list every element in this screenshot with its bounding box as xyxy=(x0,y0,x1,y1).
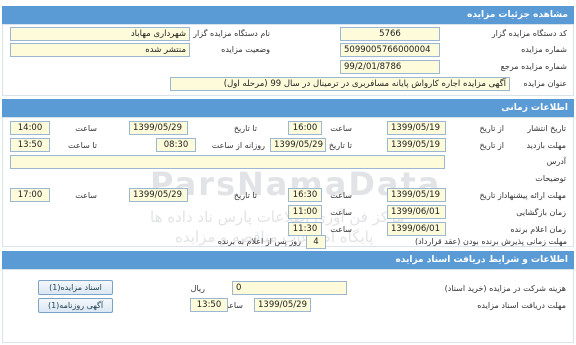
reference-number-field: 99/2/01/8786 xyxy=(340,60,440,74)
visit-from-label: از تاریخ xyxy=(479,141,504,150)
auction-number-label: شماره مزایده xyxy=(521,45,567,54)
deadline-time: 13:50 xyxy=(190,298,228,312)
opening-label: زمان بازگشایی xyxy=(516,208,566,217)
deadline-date: 1399/05/29 xyxy=(254,298,311,312)
reference-number-label: شماره مزایده مرجع xyxy=(500,62,567,71)
address-field xyxy=(10,155,445,169)
status-label: وضعیت مزایده xyxy=(221,45,270,54)
auctioneer-name-field: شهرداری مهاباد xyxy=(10,27,190,41)
offer-label: مهلت ارائه پیشنهاد xyxy=(503,191,566,200)
publish-from-time: 16:00 xyxy=(288,121,322,135)
fee-label: هزینه شرکت در مزایده (خرید اسناد) xyxy=(444,284,566,293)
visit-to-label: تا تاریخ xyxy=(328,141,352,150)
opening-time-label: ساعت xyxy=(330,208,352,217)
auctioneer-code-label: کد دستگاه مزایده گزار xyxy=(491,29,567,38)
winner-time-label: ساعت xyxy=(330,225,352,234)
auction-number-field: 5099005766000004 xyxy=(340,43,440,57)
publish-to-time-label: ساعت xyxy=(75,124,97,133)
publish-from-label: از تاریخ xyxy=(479,124,504,133)
timing-title: اطلاعات زمانی xyxy=(501,103,568,113)
offer-from-time: 16:30 xyxy=(288,188,322,202)
opening-time: 11:00 xyxy=(288,205,322,219)
deadline-label: مهلت دریافت اسناد مزایده xyxy=(477,301,566,310)
winner-time: 11:30 xyxy=(288,222,322,236)
auctioneer-code-field: 5766 xyxy=(340,27,440,41)
offer-to-date: 1399/05/29 xyxy=(129,188,188,202)
publish-to-label: تا تاریخ xyxy=(233,124,257,133)
fee-unit: ریال xyxy=(190,284,205,293)
publish-to-time: 14:00 xyxy=(10,121,50,135)
offer-from-date: 1399/05/19 xyxy=(387,188,446,202)
winner-label: زمان اعلام برنده xyxy=(510,225,566,234)
documents-header: اطلاعات و شرایط دریافت اسناد مزایده xyxy=(2,251,574,269)
auctioneer-name-label: نام دستگاه مزایده گزار xyxy=(193,29,270,38)
newspaper-ad-button[interactable]: آگهی روزنامه(1) xyxy=(38,298,113,313)
offer-to-label: تا تاریخ xyxy=(233,191,257,200)
visit-daily-to-label: تا ساعت xyxy=(68,141,97,150)
auction-documents-button[interactable]: اسناد مزایده(1) xyxy=(38,280,113,295)
details-title: مشاهده جزئیات مزایده xyxy=(467,10,568,20)
status-field: منتشر شده xyxy=(10,43,190,57)
publish-to-date: 1399/05/29 xyxy=(129,121,188,135)
contract-label: مهلت زمانی پذیرش برنده بودن (عقد قرارداد… xyxy=(414,237,567,246)
subject-label: عنوان مزایده xyxy=(523,79,568,88)
details-header: مشاهده جزئیات مزایده xyxy=(2,6,574,24)
offer-from-time-label: ساعت xyxy=(330,191,352,200)
visit-daily-from: 08:30 xyxy=(156,138,196,152)
opening-date: 1399/06/01 xyxy=(387,205,446,219)
offer-to-time-label: ساعت xyxy=(75,191,97,200)
publish-from-time-label: ساعت xyxy=(330,124,352,133)
publish-from-date: 1399/05/19 xyxy=(387,121,446,135)
visit-from-date: 1399/05/19 xyxy=(387,138,446,152)
offer-from-label: از تاریخ xyxy=(479,191,504,200)
visit-daily-label: روزانه از ساعت xyxy=(211,141,265,150)
publish-label: تاریخ انتشار xyxy=(527,124,566,133)
winner-date: 1399/06/01 xyxy=(387,222,446,236)
contract-suffix: روز پس از اعلام به برنده xyxy=(217,237,301,246)
address-label: آدرس xyxy=(546,157,566,166)
contract-days: 4 xyxy=(306,235,326,249)
documents-title: اطلاعات و شرایط دریافت اسناد مزایده xyxy=(395,255,568,265)
visit-to-date: 1399/05/29 xyxy=(270,138,326,152)
fee-field: 0 xyxy=(232,281,347,295)
offer-to-time: 17:00 xyxy=(10,188,50,202)
visit-daily-to: 13:50 xyxy=(10,138,50,152)
subject-field: آگهی مزایده اجاره کارواش پایانه مسافربری… xyxy=(170,77,510,91)
notes-label: توضیحات xyxy=(535,174,566,183)
timing-header: اطلاعات زمانی xyxy=(2,99,574,117)
visit-label: مهلت بازدید xyxy=(526,141,566,150)
